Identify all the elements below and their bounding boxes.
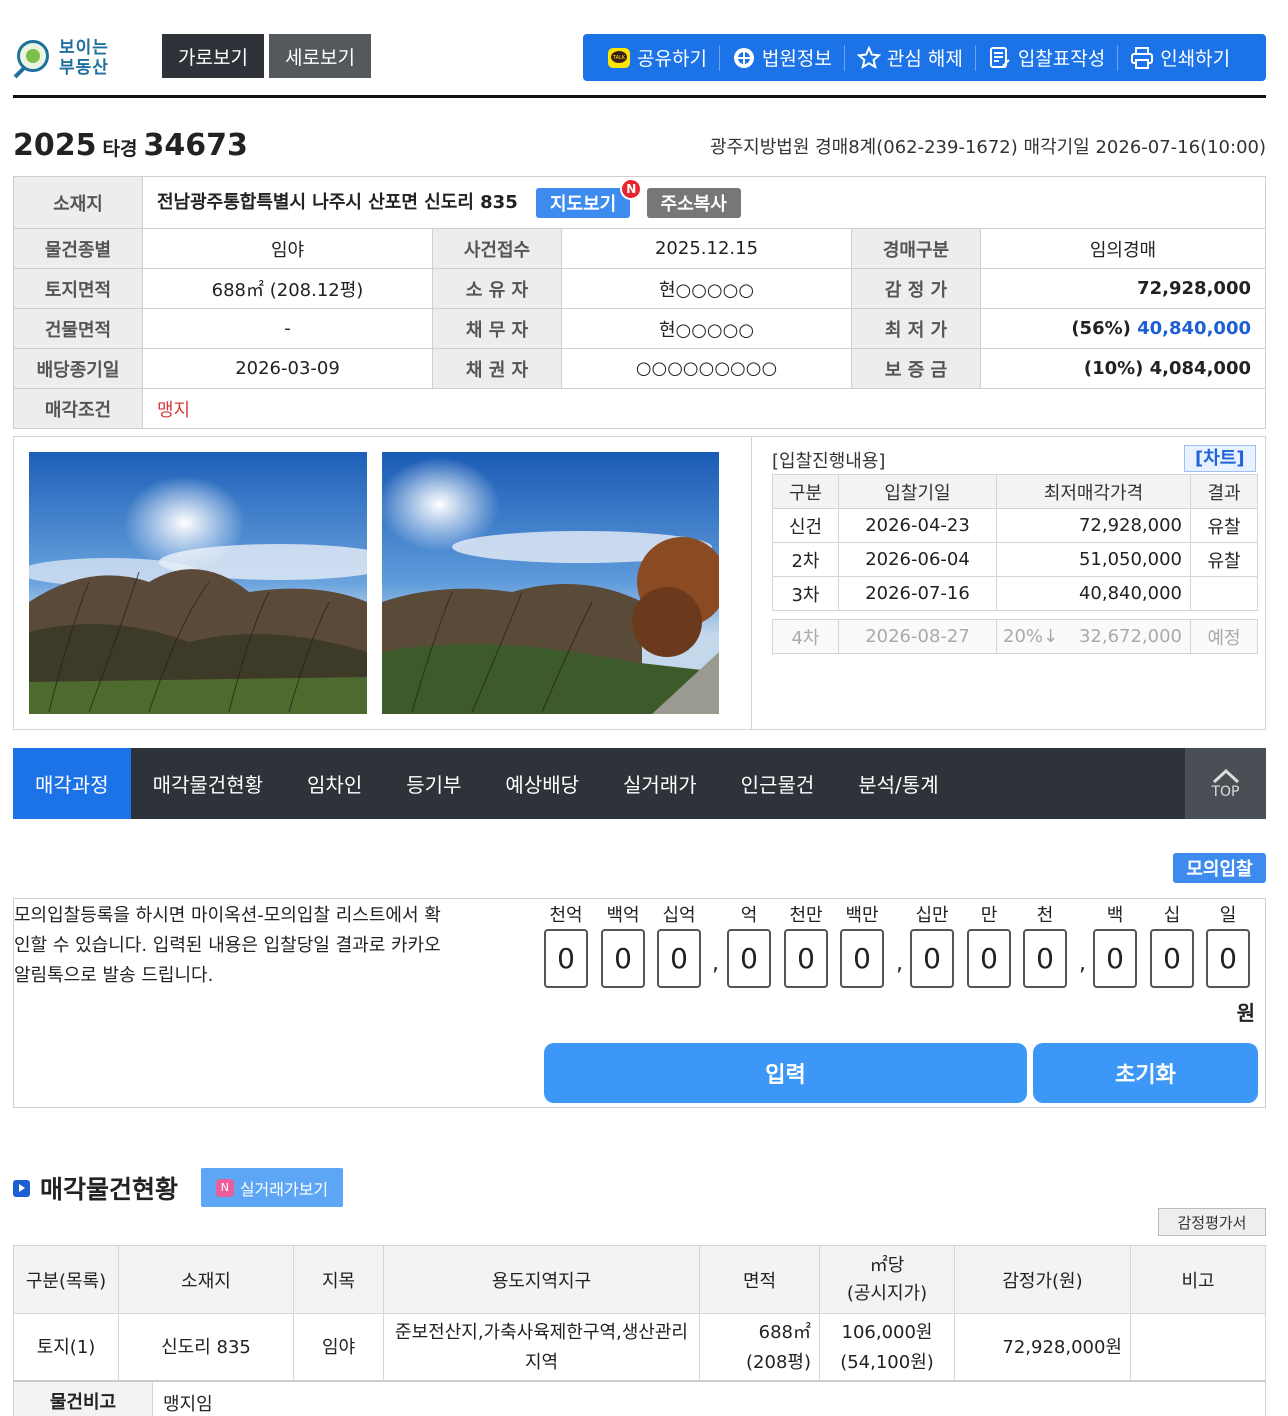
property-photo[interactable] xyxy=(29,452,367,714)
toolbar: TALK 공유하기 법원정보 관심 해제 입찰표작성 인쇄하기 xyxy=(583,34,1266,81)
logo[interactable]: 보이는 부동산 xyxy=(13,36,125,82)
form-icon xyxy=(988,46,1012,70)
mock-bid-description: 모의입찰등록을 하시면 마이옥션-모의입찰 리스트에서 확인할 수 있습니다. … xyxy=(14,905,441,986)
map-view-button[interactable]: 지도보기 N xyxy=(536,177,643,218)
won-unit: 원 xyxy=(1236,1001,1255,1025)
digit-input[interactable]: 0 xyxy=(1206,929,1250,988)
digit-input[interactable]: 0 xyxy=(1023,929,1067,988)
section-tabs: 매각과정 매각물건현황 임차인 등기부 예상배당 실거래가 인근물건 분석/통계… xyxy=(13,748,1266,819)
bid-form-button[interactable]: 입찰표작성 xyxy=(976,44,1119,71)
new-badge: N xyxy=(215,1178,234,1197)
digit-input[interactable]: 0 xyxy=(1093,929,1137,988)
table-row: 토지(1) 신도리 835 임야 준보전산지,가축사육제한구역,생산관리지역 6… xyxy=(13,1313,1266,1382)
bid-history-table: 구분 입찰기일 최저매각가격 결과 신건 2026-04-23 72,928,0… xyxy=(772,474,1258,611)
tab-nearby[interactable]: 인근물건 xyxy=(719,748,837,819)
land-area: 688㎡ (208.12평) xyxy=(142,268,433,309)
tab-sale-process[interactable]: 매각과정 xyxy=(13,748,131,819)
vertical-view-button[interactable]: 세로보기 xyxy=(269,34,371,78)
digit-input[interactable]: 0 xyxy=(1150,929,1194,988)
svg-text:TALK: TALK xyxy=(612,55,626,61)
submit-button[interactable]: 입력 xyxy=(544,1043,1027,1103)
court-info: 광주지방법원 경매8계(062-239-1672) 매각기일 2026-07-1… xyxy=(710,137,1266,158)
sale-condition: 맹지 xyxy=(142,388,1266,429)
case-info-table: 소재지 전남광주통합특별시 나주시 산포면 신도리 835 지도보기 N 주소복사… xyxy=(13,176,1266,429)
owner: 현○○○○○ xyxy=(561,268,852,309)
logo-line1: 보이는 xyxy=(59,38,109,58)
digit-input[interactable]: 0 xyxy=(544,929,588,988)
court-emblem-icon xyxy=(732,46,756,70)
bid-progress-title: [입찰진행내용] xyxy=(772,451,886,472)
copy-address-button[interactable]: 주소복사 xyxy=(646,187,741,218)
property-type: 임야 xyxy=(142,228,433,269)
print-button[interactable]: 인쇄하기 xyxy=(1118,45,1242,71)
debtor: 현○○○○○ xyxy=(561,308,852,349)
header: 보이는 부동산 가로보기 세로보기 TALK 공유하기 법원정보 관심 해제 입… xyxy=(13,30,1266,98)
property-note: 물건비고 맹지임 xyxy=(13,1380,1266,1416)
sale-condition-label: 매각조건 xyxy=(13,388,143,429)
tab-real-price[interactable]: 실거래가 xyxy=(601,748,719,819)
table-row: 2차 2026-06-04 51,050,000 유찰 xyxy=(772,542,1258,577)
building-area: - xyxy=(142,308,433,349)
share-button[interactable]: TALK 공유하기 xyxy=(595,44,720,71)
mock-bid-panel: 모의입찰등록을 하시면 마이옥션-모의입찰 리스트에서 확인할 수 있습니다. … xyxy=(13,898,1266,1108)
digit-input[interactable]: 0 xyxy=(967,929,1011,988)
chevron-up-icon xyxy=(1212,768,1239,783)
case-number: 2025 타경 34673 xyxy=(13,128,248,163)
appraisal-price: 72,928,000 xyxy=(980,268,1266,309)
court-info-button[interactable]: 법원정보 xyxy=(720,44,845,71)
digit-input[interactable]: 0 xyxy=(727,929,771,988)
unwatch-button[interactable]: 관심 해제 xyxy=(845,44,976,71)
table-row: 신건 2026-04-23 72,928,000 유찰 xyxy=(772,508,1258,543)
reset-button[interactable]: 초기화 xyxy=(1033,1043,1258,1103)
scroll-top-button[interactable]: TOP xyxy=(1185,748,1266,819)
creditor: ○○○○○○○○○ xyxy=(561,348,852,389)
horizontal-view-button[interactable]: 가로보기 xyxy=(162,34,264,78)
printer-icon xyxy=(1130,46,1154,70)
next-bid-row: 4차 2026-08-27 20%↓ 32,672,000 예정 xyxy=(772,619,1258,654)
address-value: 전남광주통합특별시 나주시 산포면 신도리 835 xyxy=(157,191,518,213)
logo-line2: 부동산 xyxy=(59,58,109,78)
tab-registry[interactable]: 등기부 xyxy=(384,748,483,819)
tab-tenant[interactable]: 임차인 xyxy=(285,748,384,819)
address-label: 소재지 xyxy=(13,176,143,229)
digit-input[interactable]: 0 xyxy=(657,929,701,988)
deposit: (10%) 4,084,000 xyxy=(980,348,1266,389)
property-section-title: 매각물건현황 xyxy=(13,1170,178,1206)
property-photo[interactable] xyxy=(382,452,719,714)
mock-bid-tag: 모의입찰 xyxy=(1173,853,1266,883)
tab-analysis[interactable]: 분석/통계 xyxy=(836,748,960,819)
auction-type: 임의경매 xyxy=(980,228,1266,269)
new-badge: N xyxy=(620,177,643,200)
tab-expected-dividend[interactable]: 예상배당 xyxy=(483,748,601,819)
star-icon xyxy=(856,45,881,70)
appraisal-report-button[interactable]: 감정평가서 xyxy=(1158,1208,1266,1236)
digit-input[interactable]: 0 xyxy=(910,929,954,988)
chart-button[interactable]: [차트] xyxy=(1184,445,1256,472)
tab-property-status[interactable]: 매각물건현황 xyxy=(131,748,285,819)
kakao-talk-icon: TALK xyxy=(607,46,631,70)
digit-input[interactable]: 0 xyxy=(601,929,645,988)
digit-input[interactable]: 0 xyxy=(840,929,884,988)
case-received: 2025.12.15 xyxy=(561,228,852,269)
play-icon xyxy=(13,1179,30,1197)
dividend-deadline: 2026-03-09 xyxy=(142,348,433,389)
real-price-button[interactable]: N 실거래가보기 xyxy=(201,1168,343,1207)
digit-input[interactable]: 0 xyxy=(784,929,828,988)
property-table: 구분(목록) 소재지 지목 용도지역지구 면적 ㎡당 (공시지가) 감정가(원) … xyxy=(13,1245,1266,1382)
photo-bid-section: [입찰진행내용] [차트] 구분 입찰기일 최저매각가격 결과 신건 2026-… xyxy=(13,436,1266,730)
table-row: 3차 2026-07-16 40,840,000 xyxy=(772,576,1258,611)
minimum-price: (56%) 40,840,000 xyxy=(980,308,1266,349)
